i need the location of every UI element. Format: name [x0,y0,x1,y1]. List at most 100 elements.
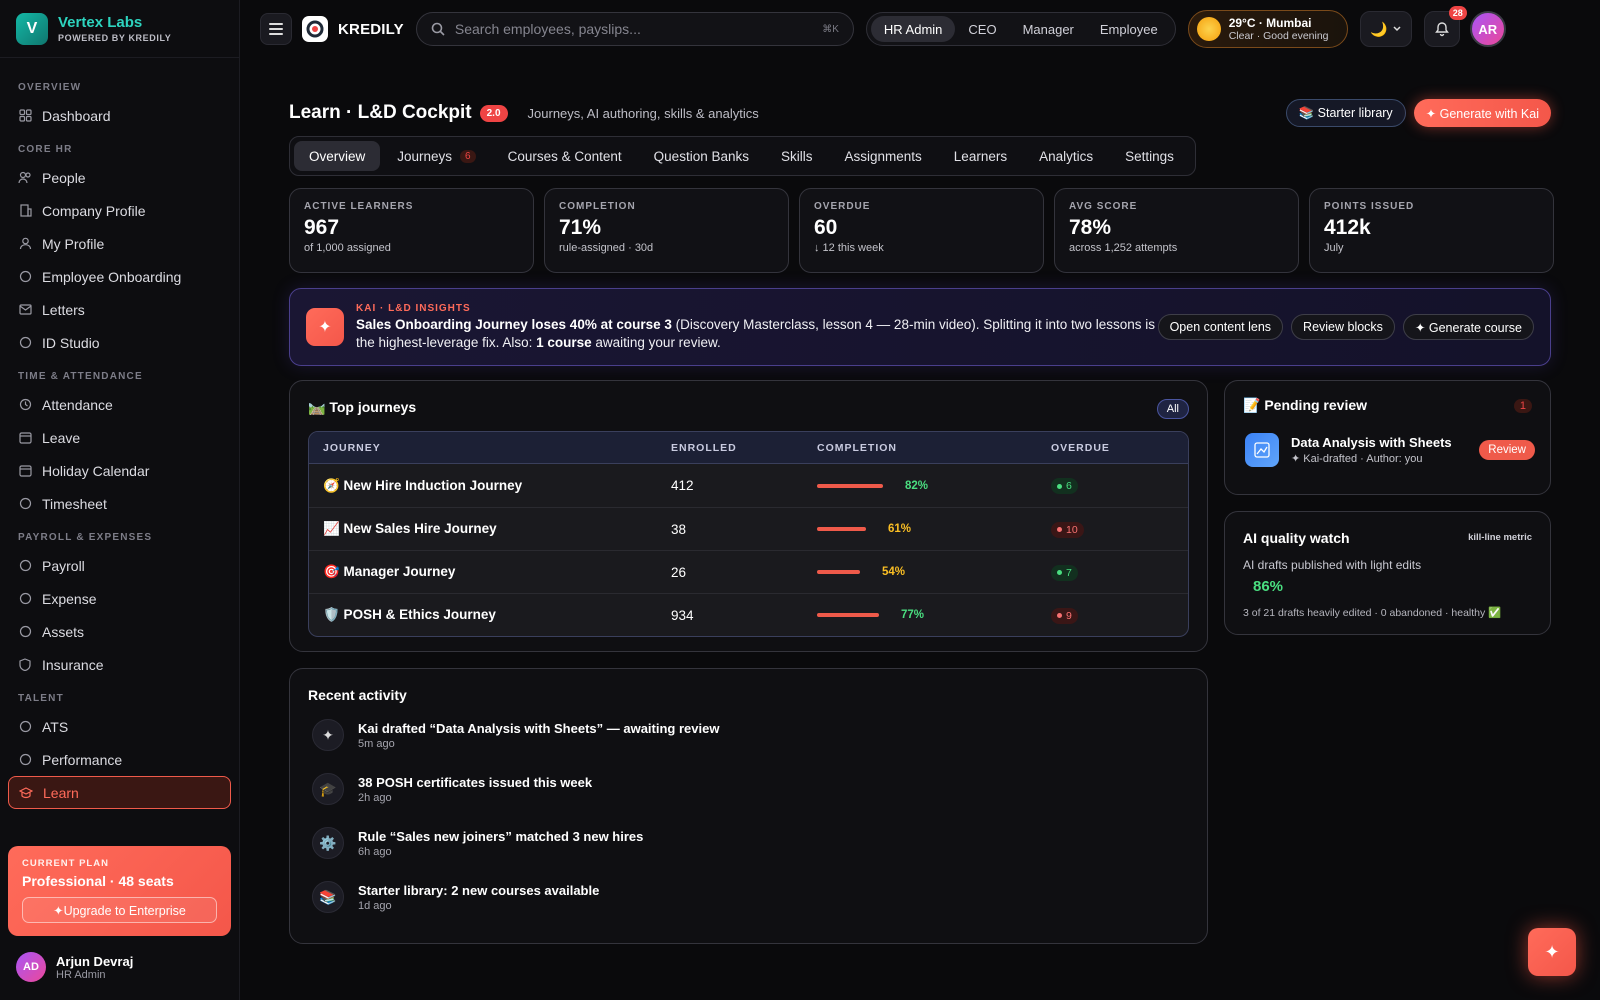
stat-value: 78% [1069,216,1112,239]
sidebar-item-performance[interactable]: Performance [8,743,231,776]
insight-text: Sales Onboarding Journey loses 40% at co… [356,316,1156,352]
sidebar-item-payroll[interactable]: Payroll [8,549,231,582]
nav-section-core-hr: CORE HR [18,144,73,155]
sidebar-item-leave[interactable]: Leave [8,421,231,454]
topbar: KREDILY ⌘K HR AdminCEOManagerEmployee 29… [240,0,1600,58]
activity-item[interactable]: 🎓 38 POSH certificates issued this week 2h… [312,773,592,805]
activity-title: Starter library: 2 new courses available [358,882,600,898]
user-profile[interactable]: AD Arjun Devraj HR Admin [16,952,133,982]
pending-item-sub: ✦ Kai-drafted · Author: you [1291,453,1423,465]
sidebar-item-label: Insurance [42,656,104,673]
col-overdue[interactable]: OVERDUE [1051,442,1188,454]
tab-overview[interactable]: Overview [294,141,381,171]
weather-sub: Clear · Good evening [1228,30,1329,42]
role-hr-admin[interactable]: HR Admin [870,16,956,42]
tab-journeys[interactable]: Journeys 6 [382,141,490,171]
clock-icon [18,398,32,412]
role-manager[interactable]: Manager [1010,16,1087,42]
weather-main: 29°C · Mumbai [1228,16,1312,30]
col-completion[interactable]: COMPLETION [817,442,1051,454]
brand[interactable]: V Vertex Labs POWERED BY KREDILY [0,0,239,58]
role-employee[interactable]: Employee [1087,16,1171,42]
activity-item[interactable]: ✦ Kai drafted “Data Analysis with Sheets”… [312,719,719,751]
theme-toggle[interactable]: 🌙 [1359,11,1412,47]
activity-item[interactable]: 📚 Starter library: 2 new courses availabl… [312,881,599,913]
weather-widget[interactable]: 29°C · Mumbai Clear · Good evening [1187,10,1348,48]
stat-label: POINTS ISSUED [1324,201,1415,212]
tab-learners[interactable]: Learners [939,141,1022,171]
starter-library-button[interactable]: 📚 Starter library [1285,99,1406,127]
sidebar-item-expense[interactable]: Expense [8,582,231,615]
menu-button[interactable] [260,13,292,45]
open-content-lens-button[interactable]: Open content lens [1157,314,1284,340]
tab-analytics[interactable]: Analytics [1024,141,1108,171]
table-row[interactable]: 🧭 New Hire Induction Journey 412 82% 6 [309,464,1188,507]
role-ceo[interactable]: CEO [955,16,1009,42]
table-row[interactable]: 🎯 Manager Journey 26 54% 7 [309,550,1188,593]
upgrade-button[interactable]: ✦Upgrade to Enterprise [22,897,217,923]
nav-section-time-attendance: TIME & ATTENDANCE [18,371,143,382]
ai-quality-title: AI quality watch [1243,530,1350,546]
sidebar-item-dashboard[interactable]: Dashboard [8,99,231,132]
pending-item[interactable]: Data Analysis with Sheets ✦ Kai-drafted … [1245,433,1535,467]
completion-bar [817,613,879,617]
hamburger-icon [269,23,283,35]
notification-count: 28 [1448,6,1467,20]
grid-icon [18,109,32,123]
sidebar-item-holiday-calendar[interactable]: Holiday Calendar [8,454,231,487]
filter-all-button[interactable]: All [1156,399,1189,419]
sidebar-item-label: Holiday Calendar [42,462,150,479]
table-row[interactable]: 🛡️ POSH & Ethics Journey 934 77% 9 [309,593,1188,636]
sidebar-item-employee-onboarding[interactable]: Employee Onboarding [8,260,231,293]
sidebar-item-learn[interactable]: Learn [8,776,231,809]
col-enrolled[interactable]: ENROLLED [671,442,817,454]
insight-text-2: awaiting your review. [591,334,721,350]
search-bar[interactable]: ⌘K [415,12,854,46]
sidebar-item-ats[interactable]: ATS [8,710,231,743]
sidebar-item-label: Letters [42,301,85,318]
generate-course-button[interactable]: ✦ Generate course [1402,314,1534,340]
col-journey[interactable]: JOURNEY [309,442,671,454]
generate-with-kai-button[interactable]: ✦ Generate with Kai [1413,99,1551,127]
tab-skills[interactable]: Skills [766,141,828,171]
tab-assignments[interactable]: Assignments [830,141,937,171]
quality-sub: 3 of 21 drafts heavily edited · 0 abando… [1243,607,1502,619]
journey-name: 🛡️ POSH & Ethics Journey [323,607,496,622]
activity-item[interactable]: ⚙️ Rule “Sales new joiners” matched 3 new… [312,827,643,859]
brand-sub: POWERED BY KREDILY [58,33,172,43]
stat-label: OVERDUE [814,201,871,212]
review-blocks-button[interactable]: Review blocks [1291,314,1395,340]
notifications-button[interactable]: 28 [1423,6,1467,47]
top-avatar[interactable]: AR [1469,11,1506,47]
stat-sub: ↓ 12 this week [814,242,884,254]
completion-bar [817,483,883,488]
tab-label: Analytics [1039,148,1094,164]
tab-courses-content[interactable]: Courses & Content [493,141,637,171]
stat-active-learners: ACTIVE LEARNERS 967 of 1,000 assigned [289,188,534,273]
sidebar-item-my-profile[interactable]: My Profile [8,227,231,260]
search-input[interactable] [454,21,823,37]
sidebar-item-people[interactable]: People [8,161,231,194]
completion-bar [817,570,860,574]
review-button[interactable]: Review [1479,440,1535,460]
sidebar-item-assets[interactable]: Assets [8,615,231,648]
sidebar-item-company-profile[interactable]: Company Profile [8,194,231,227]
pending-review-card: 📝 Pending review 1 Data Analysis with Sh… [1224,380,1551,495]
kai-fab-button[interactable]: ✦ [1528,928,1576,976]
user-icon [18,237,32,251]
kai-insight-banner: ✦ KAI · L&D INSIGHTS Sales Onboarding Jo… [289,288,1551,366]
overdue-badge: 6 [1051,478,1078,495]
sidebar-item-letters[interactable]: Letters [8,293,231,326]
sidebar-item-id-studio[interactable]: ID Studio [8,326,231,359]
sidebar-item-attendance[interactable]: Attendance [8,388,231,421]
tab-question-banks[interactable]: Question Banks [639,141,764,171]
sidebar-item-label: ATS [42,718,69,735]
sidebar-item-insurance[interactable]: Insurance [8,648,231,681]
table-header: JOURNEY ENROLLED COMPLETION OVERDUE [309,432,1188,464]
tab-settings[interactable]: Settings [1110,141,1189,171]
table-row[interactable]: 📈 New Sales Hire Journey 38 61% 10 [309,507,1188,550]
monitor-icon [18,625,32,639]
nav-section-talent: TALENT [18,693,64,704]
tab-label: Overview [309,148,366,164]
sidebar-item-timesheet[interactable]: Timesheet [8,487,231,520]
